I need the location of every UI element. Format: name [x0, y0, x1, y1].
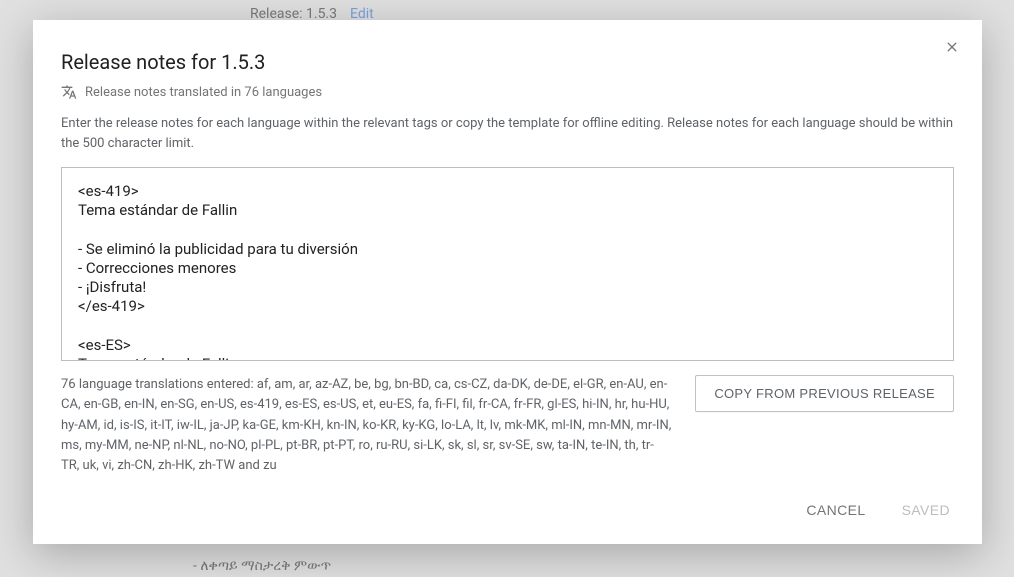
close-icon[interactable] [942, 38, 962, 58]
release-notes-field-wrap [61, 167, 954, 361]
lower-row: 76 language translations entered: af, am… [61, 375, 954, 476]
cancel-button[interactable]: CANCEL [802, 496, 869, 524]
saved-button: SAVED [898, 496, 954, 524]
dialog-title: Release notes for 1.5.3 [61, 50, 954, 74]
language-summary: 76 language translations entered: af, am… [61, 375, 671, 476]
copy-from-previous-button[interactable]: COPY FROM PREVIOUS RELEASE [695, 375, 954, 412]
translate-icon [61, 84, 77, 100]
instructions-text: Enter the release notes for each languag… [61, 114, 954, 153]
release-notes-textarea[interactable] [62, 168, 953, 360]
subtitle-row: Release notes translated in 76 languages [61, 84, 954, 100]
release-notes-dialog: Release notes for 1.5.3 Release notes tr… [33, 20, 982, 544]
subtitle-text: Release notes translated in 76 languages [85, 85, 322, 100]
dialog-actions: CANCEL SAVED [61, 476, 954, 524]
